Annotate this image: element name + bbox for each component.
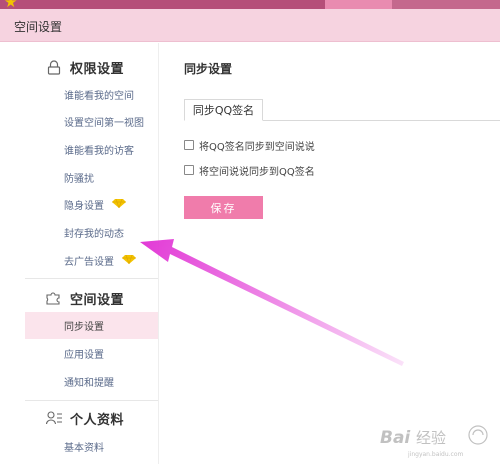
svg-text:Bai: Bai xyxy=(380,428,411,448)
page-title: 同步设置 xyxy=(184,62,233,76)
sidebar-item-app-settings[interactable]: 应用设置 xyxy=(25,340,158,367)
sidebar-item-label: 封存我的动态 xyxy=(64,229,124,240)
sidebar-item-label: 应用设置 xyxy=(64,350,104,361)
sidebar-item-label: 隐身设置 xyxy=(64,201,104,212)
top-tab-highlight[interactable] xyxy=(325,0,392,9)
column-divider xyxy=(158,43,159,464)
sidebar-item-label: 防骚扰 xyxy=(64,174,94,185)
diamond-icon xyxy=(122,254,136,267)
section-label: 空间设置 xyxy=(70,292,125,308)
svg-text:经验: 经验 xyxy=(416,429,446,447)
sidebar-item-basic-info[interactable]: 基本资料 xyxy=(25,433,158,460)
sidebar-item-archive-feed[interactable]: 封存我的动态 xyxy=(25,219,158,246)
sidebar-item-remove-ads[interactable]: 去广告设置 xyxy=(25,247,158,274)
checkbox[interactable] xyxy=(184,140,194,150)
top-tab[interactable] xyxy=(392,0,500,9)
sidebar-item-who-can-view-visitors[interactable]: 谁能看我的访客 xyxy=(25,136,158,163)
save-button[interactable]: 保存 xyxy=(184,196,263,219)
sidebar-item-notifications[interactable]: 通知和提醒 xyxy=(25,368,158,395)
sidebar-item-anti-harassment[interactable]: 防骚扰 xyxy=(25,164,158,191)
section-header-profile[interactable]: 个人资料 xyxy=(45,408,124,428)
tab-sync-qq-signature[interactable]: 同步QQ签名 xyxy=(184,99,263,121)
title-bar: 空间设置 xyxy=(0,9,500,42)
option-label: 将空间说说同步到QQ签名 xyxy=(199,166,315,178)
sidebar-item-label: 谁能看我的访客 xyxy=(64,146,134,157)
section-header-space-settings[interactable]: 空间设置 xyxy=(45,288,124,308)
diamond-icon xyxy=(112,198,126,211)
option-sync-signature-to-feed[interactable]: 将QQ签名同步到空间说说 xyxy=(184,137,315,153)
sidebar-item-first-view[interactable]: 设置空间第一视图 xyxy=(25,108,158,135)
sidebar-item-label: 谁能看我的空间 xyxy=(64,91,134,102)
section-label: 个人资料 xyxy=(70,412,125,428)
browser-top-strip: ★ xyxy=(0,0,500,11)
sidebar-item-invisible[interactable]: 隐身设置 xyxy=(25,191,158,218)
section-label: 权限设置 xyxy=(70,61,125,77)
sidebar-item-label: 同步设置 xyxy=(64,322,104,333)
window-title: 空间设置 xyxy=(14,20,63,34)
sidebar-item-who-can-view-space[interactable]: 谁能看我的空间 xyxy=(25,81,158,108)
sidebar-item-label: 去广告设置 xyxy=(64,257,114,268)
sidebar-item-label: 设置空间第一视图 xyxy=(64,118,144,129)
user-list-icon xyxy=(45,410,63,426)
divider xyxy=(25,278,158,279)
lock-icon xyxy=(45,59,63,75)
baidu-watermark-logo: Bai 经验 jingyan.baidu.com xyxy=(380,425,488,458)
svg-text:jingyan.baidu.com: jingyan.baidu.com xyxy=(407,451,464,458)
divider xyxy=(25,400,158,401)
option-label: 将QQ签名同步到空间说说 xyxy=(199,141,315,153)
sidebar-item-label: 基本资料 xyxy=(64,443,104,454)
checkbox[interactable] xyxy=(184,165,194,175)
sidebar-item-sync-settings[interactable]: 同步设置 xyxy=(25,312,158,339)
option-sync-feed-to-signature[interactable]: 将空间说说同步到QQ签名 xyxy=(184,162,315,178)
sidebar-item-label: 通知和提醒 xyxy=(64,378,114,389)
sidebar: 权限设置 谁能看我的空间 设置空间第一视图 谁能看我的访客 防骚扰 隐身设置 封… xyxy=(25,43,158,464)
puzzle-icon xyxy=(45,290,63,306)
section-header-permissions[interactable]: 权限设置 xyxy=(45,57,124,77)
